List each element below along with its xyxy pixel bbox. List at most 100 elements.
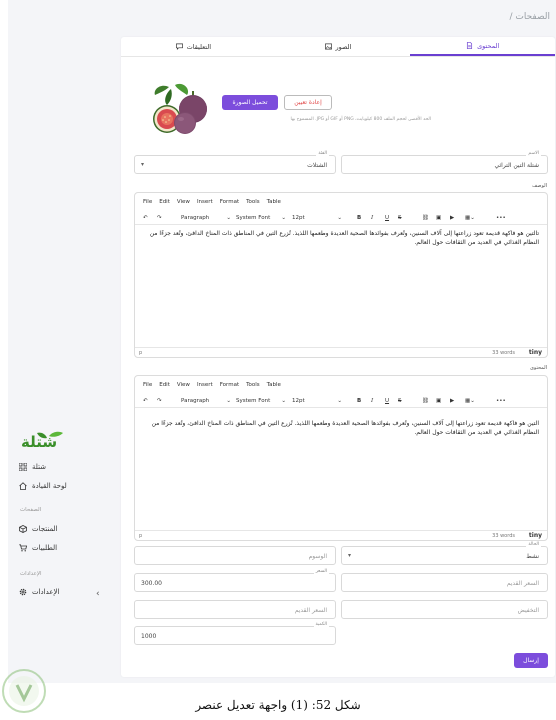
- sidebar-item-products[interactable]: المنتجات: [18, 524, 58, 533]
- table-icon[interactable]: ▦⌄: [465, 215, 475, 221]
- sidebar-item-label: المنتجات: [32, 524, 58, 533]
- chevron-down-icon: ⌄: [281, 214, 286, 221]
- menu-format[interactable]: Format: [220, 199, 239, 205]
- menu-table[interactable]: Table: [267, 382, 281, 388]
- menu-tools[interactable]: Tools: [246, 199, 260, 205]
- link-icon[interactable]: ⛓: [422, 215, 429, 221]
- quantity-label: الكمية: [313, 622, 329, 627]
- menu-view[interactable]: View: [177, 382, 190, 388]
- editor-menubar: File Edit View Insert Format Tools Table: [143, 199, 281, 205]
- sidebar-item-label: شتلة: [32, 462, 47, 471]
- menu-table[interactable]: Table: [267, 199, 281, 205]
- strikethrough-icon[interactable]: S: [398, 398, 402, 404]
- editor-toolbar: ↶ ↷ Paragraph ⌄ System Font ⌄ 12pt ⌄ B I U …: [135, 211, 547, 225]
- sidebar-item-label: الطلبيات: [32, 543, 58, 552]
- menu-file[interactable]: File: [143, 199, 152, 205]
- font-family-select[interactable]: System Font ⌄: [236, 398, 286, 404]
- media-icon[interactable]: ▶: [450, 398, 454, 404]
- tab-label: التعليقات: [186, 42, 212, 51]
- image-icon[interactable]: ▣: [436, 215, 441, 221]
- sidebar-item-settings[interactable]: الإعدادات: [18, 587, 59, 596]
- old-price-input-2[interactable]: السعر القديم: [134, 600, 336, 619]
- reset-button[interactable]: إعادة تعيين: [284, 95, 332, 110]
- chevron-down-icon: ▾: [348, 552, 352, 559]
- price-field[interactable]: السعر 300.00: [134, 569, 336, 592]
- menu-tools[interactable]: Tools: [246, 382, 260, 388]
- menu-edit[interactable]: Edit: [159, 199, 170, 205]
- block-format-select[interactable]: Paragraph ⌄: [181, 398, 231, 404]
- strikethrough-icon[interactable]: S: [398, 215, 402, 221]
- discount-input[interactable]: التخفيض: [341, 600, 548, 619]
- menu-view[interactable]: View: [177, 199, 190, 205]
- tab-label: المحتوى: [477, 41, 500, 50]
- element-path: p: [139, 350, 143, 356]
- table-icon[interactable]: ▦⌄: [465, 398, 475, 404]
- menu-insert[interactable]: Insert: [197, 382, 213, 388]
- editor-menubar: File Edit View Insert Format Tools Table: [143, 382, 281, 388]
- more-icon[interactable]: •••: [496, 398, 506, 404]
- font-size-select[interactable]: 12pt ⌄: [292, 215, 342, 221]
- grid-icon: [18, 462, 27, 471]
- content-text[interactable]: التين هو فاكهة قديمة تعود زراعتها إلى آل…: [143, 420, 539, 437]
- old-price-placeholder: السعر القديم: [506, 580, 539, 587]
- italic-icon[interactable]: I: [371, 215, 373, 221]
- home-icon: [18, 481, 27, 490]
- word-count: 33 words: [492, 350, 515, 356]
- block-format-value: Paragraph: [181, 214, 210, 221]
- bold-icon[interactable]: B: [357, 398, 361, 404]
- bold-icon[interactable]: B: [357, 215, 361, 221]
- description-text[interactable]: تالتين هو فاكهة قديمة تعود زراعتها إلى آ…: [143, 230, 539, 247]
- price-value: 300.00: [141, 580, 162, 587]
- content-editor[interactable]: File Edit View Insert Format Tools Table…: [134, 375, 548, 541]
- block-format-select[interactable]: Paragraph ⌄: [181, 215, 231, 221]
- cart-icon: [18, 543, 27, 552]
- description-label: الوصف: [532, 183, 547, 189]
- quantity-value: 1000: [141, 633, 157, 640]
- upload-image-button[interactable]: تحميل الصورة: [222, 95, 278, 110]
- quantity-field[interactable]: الكمية 1000: [134, 622, 336, 645]
- figure-caption: شكل 52: (1) واجهة تعديل عنصر: [195, 698, 361, 712]
- font-family-select[interactable]: System Font ⌄: [236, 215, 286, 221]
- link-icon[interactable]: ⛓: [422, 398, 429, 404]
- menu-insert[interactable]: Insert: [197, 199, 213, 205]
- font-family-value: System Font: [236, 214, 271, 221]
- tab-content[interactable]: المحتوى: [410, 37, 556, 56]
- more-icon[interactable]: •••: [496, 215, 506, 221]
- cube-icon: [18, 524, 27, 533]
- name-field[interactable]: الاسم شتلة التين التراثي: [341, 151, 548, 174]
- old-price-input[interactable]: السعر القديم: [341, 573, 548, 592]
- sidebar-item-brand[interactable]: شتلة: [18, 462, 46, 471]
- italic-icon[interactable]: I: [371, 398, 373, 404]
- chevron-down-icon: ▾: [141, 161, 145, 168]
- underline-icon[interactable]: U: [385, 215, 389, 221]
- image-icon[interactable]: ▣: [436, 398, 441, 404]
- submit-button[interactable]: إرسال: [514, 653, 548, 668]
- tags-input[interactable]: الوسوم: [134, 546, 336, 565]
- font-size-select[interactable]: 12pt ⌄: [292, 398, 342, 404]
- sidebar-section-pages: الصفحات: [20, 507, 42, 513]
- edit-item-card: التعليقات الصور المحتوى تحميل الصورة إعا…: [121, 37, 556, 677]
- sidebar-item-dashboard[interactable]: لوحة القيادة: [18, 481, 67, 490]
- redo-icon[interactable]: ↷: [157, 398, 162, 404]
- sidebar-item-orders[interactable]: الطلبيات: [18, 543, 57, 552]
- name-label: الاسم: [526, 151, 541, 156]
- undo-icon[interactable]: ↶: [143, 215, 148, 221]
- redo-icon[interactable]: ↷: [157, 215, 162, 221]
- editor-statusbar: p 33 words tiny: [135, 530, 547, 540]
- menu-file[interactable]: File: [143, 382, 152, 388]
- brand-logo: شتلة: [21, 431, 63, 450]
- tab-images[interactable]: الصور: [266, 37, 411, 56]
- underline-icon[interactable]: U: [385, 398, 389, 404]
- category-select[interactable]: الفئة الشتلات ▾: [134, 151, 336, 174]
- chevron-left-icon[interactable]: ‹: [96, 589, 100, 599]
- status-select[interactable]: الحالة نشط ▾: [341, 542, 548, 565]
- menu-format[interactable]: Format: [220, 382, 239, 388]
- undo-icon[interactable]: ↶: [143, 398, 148, 404]
- status-value: نشط: [526, 553, 539, 560]
- description-editor[interactable]: File Edit View Insert Format Tools Table…: [134, 192, 548, 358]
- old-price-placeholder: السعر القديم: [294, 607, 327, 614]
- menu-edit[interactable]: Edit: [159, 382, 170, 388]
- element-path: p: [139, 533, 143, 539]
- media-icon[interactable]: ▶: [450, 215, 454, 221]
- tab-comments[interactable]: التعليقات: [121, 37, 266, 56]
